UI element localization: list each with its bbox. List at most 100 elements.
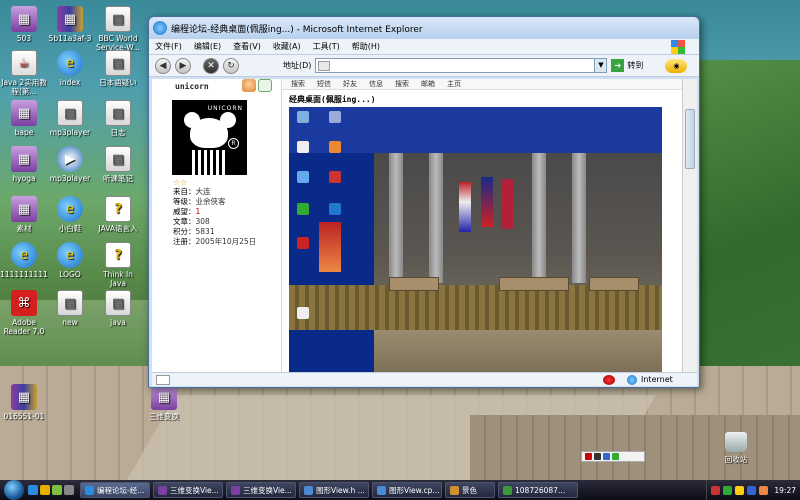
action-mail[interactable]: 邮箱: [421, 79, 435, 89]
desktop-icon-label: bape: [14, 128, 34, 137]
tray-messenger-icon[interactable]: [735, 485, 745, 495]
taskbar-button[interactable]: 三维变换Vie...: [153, 482, 223, 498]
desktop-icon-label: mp3player: [49, 174, 91, 183]
menu-view[interactable]: 查看(V): [233, 41, 261, 52]
clock[interactable]: 19:27: [774, 486, 796, 495]
taskbar-button[interactable]: 108726087...: [498, 482, 578, 498]
toolbar-extension-icon[interactable]: ◉: [665, 58, 688, 73]
desktop-icon[interactable]: e 小白鞋: [46, 196, 94, 233]
desktop-icon[interactable]: ▦ hyoga: [0, 146, 48, 183]
level-label: 等级：: [173, 197, 196, 206]
desktop-icon[interactable]: e LOGO: [46, 242, 94, 279]
desktop-icon[interactable]: ▦ bape: [0, 100, 48, 137]
security-icon[interactable]: [603, 374, 615, 385]
ie-window: 编程论坛-经典桌面(佩服ing...) - Microsoft Internet…: [148, 16, 700, 388]
taskbar-button[interactable]: 三维变换Vie...: [226, 482, 296, 498]
image-table: [389, 277, 439, 291]
desktop-icon-label: Adobe Reader 7.0: [3, 318, 45, 336]
ime-icon[interactable]: [585, 453, 592, 460]
desktop-icon[interactable]: ▦ 016551-01: [0, 384, 48, 421]
rar-file-icon: ▦: [57, 6, 83, 32]
back-button[interactable]: ◀: [155, 57, 171, 74]
desktop-icon[interactable]: ☕ Java 2实用教程(第...: [0, 50, 48, 96]
menu-tools[interactable]: 工具(T): [313, 41, 340, 52]
title-bar[interactable]: 编程论坛-经典桌面(佩服ing...) - Microsoft Internet…: [149, 17, 699, 39]
address-label: 地址(D): [283, 61, 312, 70]
q-file-icon: ?: [105, 196, 131, 222]
ime-mode-icon[interactable]: [594, 453, 601, 460]
start-button[interactable]: [4, 480, 24, 500]
scrollbar-thumb[interactable]: [685, 109, 695, 169]
desktop-icon[interactable]: ? JAVA语言入: [94, 196, 142, 233]
quick-launch-folder-icon[interactable]: [40, 485, 50, 495]
purple-file-icon: ▦: [11, 100, 37, 126]
image-desktop-icon: [297, 237, 309, 249]
message-icon[interactable]: [258, 79, 272, 92]
menu-help[interactable]: 帮助(H): [352, 41, 380, 52]
quick-launch-ie-icon[interactable]: [28, 485, 38, 495]
recycle-bin-label: 回收站: [724, 455, 748, 464]
tray-volume-icon[interactable]: [747, 485, 757, 495]
forward-button[interactable]: ▶: [175, 57, 191, 74]
action-info[interactable]: 信息: [369, 79, 383, 89]
desktop-icon[interactable]: ▤ new: [46, 290, 94, 327]
desktop-icon[interactable]: e 1111111111: [0, 242, 48, 279]
task-app-icon: [85, 485, 94, 495]
window-title: 编程论坛-经典桌面(佩服ing...) - Microsoft Internet…: [171, 24, 423, 35]
address-bar[interactable]: ▼: [315, 58, 608, 73]
tray-antivirus-icon[interactable]: [711, 485, 721, 495]
go-button[interactable]: ➜ 转到: [611, 59, 643, 72]
image-table: [589, 277, 639, 291]
ime-punct-icon[interactable]: [603, 453, 610, 460]
action-message[interactable]: 短信: [317, 79, 331, 89]
desktop-icon[interactable]: ▦ 503: [0, 6, 48, 43]
desktop-icon[interactable]: ▤ 日本語疑い: [94, 50, 142, 87]
taskbar-button[interactable]: 图形View.h ...: [299, 482, 369, 498]
status-bar: Internet: [152, 372, 697, 386]
rar-file-icon: ▦: [11, 384, 37, 410]
action-home[interactable]: 主页: [447, 79, 461, 89]
doc-file-icon: ▤: [105, 100, 131, 126]
desktop-icon[interactable]: ▦ 5b11a3af-3: [46, 6, 94, 43]
desktop-icon[interactable]: e index: [46, 50, 94, 87]
menu-file[interactable]: 文件(F): [155, 41, 182, 52]
taskbar-button[interactable]: 编程论坛-经...: [80, 482, 150, 498]
tray-update-icon[interactable]: [759, 485, 769, 495]
level-value: 业余侠客: [195, 197, 226, 206]
desktop-icon[interactable]: ▤ 日志: [94, 100, 142, 137]
recycle-bin[interactable]: 回收站: [712, 432, 760, 465]
task-app-icon: [450, 485, 459, 495]
address-dropdown-icon[interactable]: ▼: [594, 59, 607, 72]
desktop-icon[interactable]: ▤ 听课笔记: [94, 146, 142, 183]
post-image: [289, 107, 662, 372]
refresh-button[interactable]: ↻: [223, 57, 239, 74]
stop-button[interactable]: ✕: [203, 57, 219, 74]
desktop-icon-label: LOGO: [59, 270, 81, 279]
author-name[interactable]: unicorn: [175, 82, 209, 91]
media-file-icon: ▶: [57, 146, 83, 172]
quick-launch-desktop-icon[interactable]: [52, 485, 62, 495]
taskbar-button[interactable]: 图形View.cp...: [372, 482, 442, 498]
taskbar-button[interactable]: 景色: [445, 482, 495, 498]
desktop-icon[interactable]: ▤ BBC World Service-W...: [94, 6, 142, 52]
tray-network-icon[interactable]: [723, 485, 733, 495]
desktop-icon[interactable]: ▶ mp3player: [46, 146, 94, 183]
desktop-icon[interactable]: ▦ 三维变换: [140, 384, 188, 421]
menu-favorites[interactable]: 收藏(A): [273, 41, 301, 52]
desktop-icon[interactable]: ⌘ Adobe Reader 7.0: [0, 290, 48, 336]
desktop-icon[interactable]: ▤ mp3player: [46, 100, 94, 137]
desktop-icon[interactable]: ▤ java: [94, 290, 142, 327]
security-zone[interactable]: Internet: [627, 374, 697, 385]
menu-edit[interactable]: 编辑(E): [194, 41, 221, 52]
vertical-scrollbar[interactable]: [682, 79, 697, 372]
desktop-icon[interactable]: ▦ 素材: [0, 196, 48, 233]
desktop-icon-label: index: [59, 78, 81, 87]
action-search[interactable]: 搜索: [291, 79, 305, 89]
menu-bar: 文件(F) 编辑(E) 查看(V) 收藏(A) 工具(T) 帮助(H): [149, 39, 699, 55]
ime-keyboard-icon[interactable]: [612, 453, 619, 460]
quick-launch-media-icon[interactable]: [64, 485, 74, 495]
action-search-2[interactable]: 搜索: [395, 79, 409, 89]
language-bar[interactable]: [581, 451, 645, 462]
desktop-icon[interactable]: ? Think In Java: [94, 242, 142, 288]
action-friend[interactable]: 好友: [343, 79, 357, 89]
